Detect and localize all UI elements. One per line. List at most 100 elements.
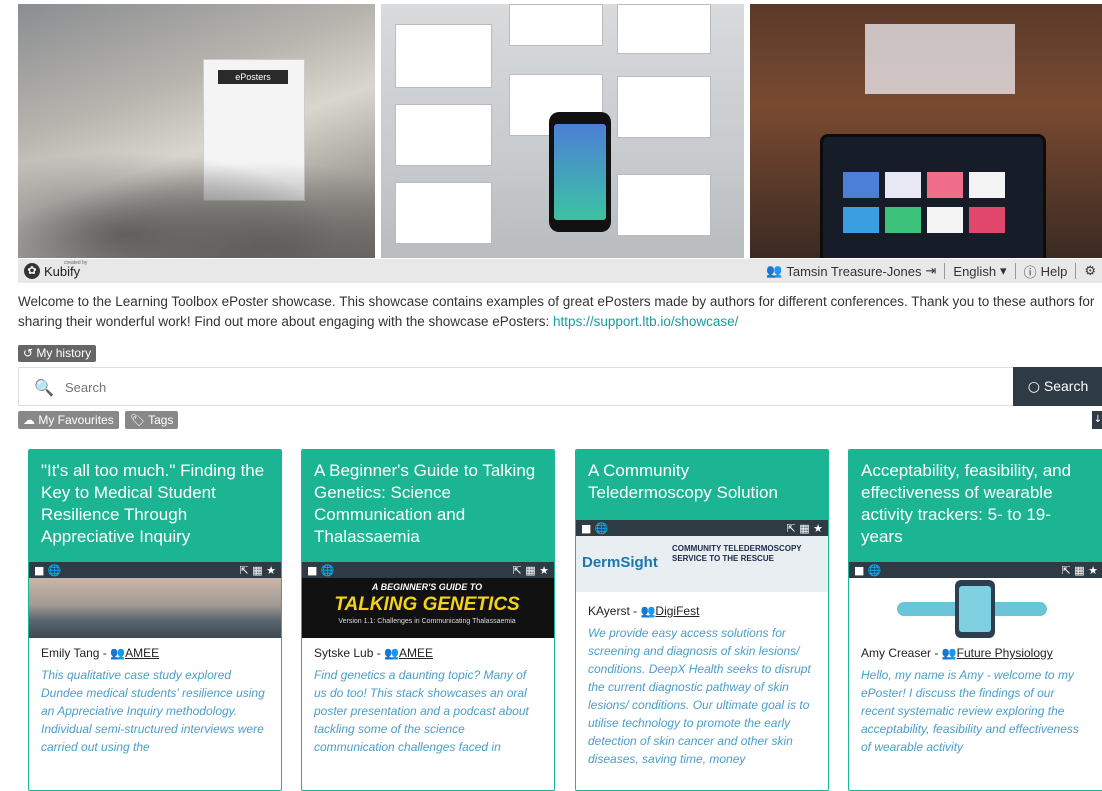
poster bbox=[395, 182, 492, 244]
showcase-link[interactable]: https://support.ltb.io/showcase/ bbox=[553, 314, 738, 329]
eposter-card[interactable]: Acceptability, feasibility, and effectiv… bbox=[848, 449, 1102, 791]
eposter-card[interactable]: "It's all too much." Finding the Key to … bbox=[28, 449, 282, 791]
image-sub: Version 1.1: Challenges in Communicating… bbox=[338, 618, 516, 625]
image-title: A BEGINNER'S GUIDE TO bbox=[371, 582, 483, 592]
card-author: Amy Creaser - 👥Future Physiology bbox=[849, 646, 1102, 662]
search-button[interactable]: ○ Search bbox=[1013, 367, 1102, 406]
poster bbox=[395, 104, 492, 166]
card-title[interactable]: "It's all too much." Finding the Key to … bbox=[29, 450, 281, 562]
my-history-button[interactable]: ↺ My history bbox=[18, 345, 97, 362]
author-name: Amy Creaser - bbox=[861, 646, 942, 660]
group-icon: 👥 bbox=[941, 646, 957, 660]
logout-icon[interactable]: ⇥ bbox=[926, 264, 937, 279]
card-type-icons: ■ 🌐 bbox=[581, 521, 609, 535]
card-action-icons[interactable]: ⇱ ▦ ★ bbox=[1062, 564, 1098, 577]
banner-photo-conference-hall: ePosters bbox=[18, 4, 375, 258]
user-icon: 👥 bbox=[766, 263, 783, 279]
card-description: Hello, my name is Amy - welcome to my eP… bbox=[861, 668, 1079, 754]
tags-label: Tags bbox=[148, 413, 174, 427]
card-description: We provide easy access solutions for scr… bbox=[588, 626, 811, 766]
card-author: Emily Tang - 👥AMEE bbox=[29, 646, 281, 662]
author-name: KAyerst - bbox=[588, 604, 641, 618]
language-label: English bbox=[953, 263, 997, 279]
org-link[interactable]: AMEE bbox=[399, 646, 433, 660]
search-input[interactable] bbox=[63, 368, 1007, 407]
card-description: This qualitative case study explored Dun… bbox=[41, 668, 265, 754]
card-title[interactable]: Acceptability, feasibility, and effectiv… bbox=[849, 450, 1102, 562]
tile bbox=[885, 172, 921, 198]
card-action-icons[interactable]: ⇱ ▦ ★ bbox=[513, 564, 549, 577]
card-type-icons: ■ 🌐 bbox=[307, 563, 335, 577]
card-author: Sytske Lub - 👥AMEE bbox=[302, 646, 554, 662]
history-icon: ↺ bbox=[23, 346, 34, 360]
tags-button[interactable]: 🏷 Tags bbox=[124, 411, 179, 429]
card-title[interactable]: A Beginner's Guide to Talking Genetics: … bbox=[302, 450, 554, 562]
gear-icon[interactable]: ⚙ bbox=[1084, 264, 1096, 279]
welcome-text: Welcome to the Learning Toolbox ePoster … bbox=[18, 292, 1098, 332]
refresh-icon: ○ bbox=[1027, 379, 1040, 395]
group-icon: 👥 bbox=[110, 646, 126, 660]
poster bbox=[395, 24, 492, 88]
card-image-tracker bbox=[849, 578, 1102, 638]
poster bbox=[617, 76, 711, 138]
org-link[interactable]: AMEE bbox=[125, 646, 159, 660]
card-description: Find genetics a daunting topic? Many of … bbox=[314, 668, 529, 754]
card-action-icons[interactable]: ⇱ ▦ ★ bbox=[240, 564, 276, 577]
tablet bbox=[820, 134, 1046, 258]
image-main: TALKING GENETICS bbox=[334, 594, 520, 615]
card-title[interactable]: A Community Teledermoscopy Solution bbox=[576, 450, 828, 520]
user-name: Tamsin Treasure-Jones bbox=[786, 263, 922, 279]
group-icon: 👥 bbox=[640, 604, 656, 618]
tile bbox=[885, 207, 921, 233]
org-link[interactable]: Future Physiology bbox=[957, 646, 1053, 660]
poster bbox=[509, 4, 603, 46]
eposter-card[interactable]: A Beginner's Guide to Talking Genetics: … bbox=[301, 449, 555, 791]
card-action-icons[interactable]: ⇱ ▦ ★ bbox=[787, 522, 823, 535]
tile bbox=[927, 172, 963, 198]
my-history-label: My history bbox=[36, 346, 92, 360]
help-label: Help bbox=[1040, 263, 1068, 279]
search-bar: 🔍 ○ Search bbox=[18, 367, 1102, 407]
card-type-icons: ■ 🌐 bbox=[34, 563, 62, 577]
org-link[interactable]: DigiFest bbox=[655, 604, 699, 618]
cloud-icon: ☁ bbox=[23, 413, 35, 427]
tile bbox=[843, 172, 879, 198]
smartphone-screen bbox=[554, 124, 606, 220]
author-name: Sytske Lub - bbox=[314, 646, 385, 660]
chevron-down-icon: ▾ bbox=[1000, 263, 1007, 279]
card-image-dermsight: DermSight COMMUNITY TELEDERMOSCOPY SERVI… bbox=[576, 536, 828, 592]
tile bbox=[927, 207, 963, 233]
divider bbox=[1014, 263, 1016, 279]
top-bar: ✿ created by Kubify 👥 Tamsin Treasure-Jo… bbox=[18, 259, 1102, 283]
card-image-harbour bbox=[29, 578, 281, 638]
card-toolbar: ■ 🌐 ⇱ ▦ ★ bbox=[302, 562, 554, 578]
tile bbox=[843, 207, 879, 233]
kubify-icon: ✿ bbox=[24, 263, 40, 279]
my-favourites-button[interactable]: ☁ My Favourites bbox=[18, 411, 119, 429]
projector-screen bbox=[865, 24, 1015, 94]
language-select[interactable]: English ▾ bbox=[953, 264, 1006, 279]
image-brand: DermSight bbox=[582, 554, 658, 571]
sort-icon[interactable]: ↓ bbox=[1092, 411, 1102, 429]
user-menu[interactable]: 👥 Tamsin Treasure-Jones ⇥ bbox=[766, 264, 936, 279]
image-title: COMMUNITY TELEDERMOSCOPY SERVICE TO THE … bbox=[672, 544, 802, 563]
my-favourites-label: My Favourites bbox=[38, 413, 114, 427]
eposter-card[interactable]: A Community Teledermoscopy Solution ■ 🌐 … bbox=[575, 449, 829, 791]
divider bbox=[1075, 263, 1077, 279]
info-icon: ⓘ bbox=[1023, 265, 1037, 281]
kubify-tag: created by bbox=[64, 260, 88, 266]
poster bbox=[617, 4, 711, 54]
poster bbox=[617, 174, 711, 236]
card-type-icons: ■ 🌐 bbox=[854, 563, 882, 577]
tag-icon: 🏷 bbox=[129, 413, 145, 427]
booth-sign: ePosters bbox=[218, 70, 288, 84]
kubify-logo[interactable]: ✿ created by Kubify bbox=[24, 260, 87, 279]
card-image-talking-genetics: A BEGINNER'S GUIDE TO TALKING GENETICS V… bbox=[302, 578, 554, 638]
help-link[interactable]: ⓘ Help bbox=[1024, 262, 1068, 281]
divider bbox=[944, 263, 946, 279]
search-button-label: Search bbox=[1043, 378, 1089, 394]
search-icon: 🔍 bbox=[34, 378, 54, 397]
banner-photo-poster-wall bbox=[381, 4, 744, 258]
card-toolbar: ■ 🌐 ⇱ ▦ ★ bbox=[29, 562, 281, 578]
banner-photo-lecture bbox=[750, 4, 1102, 258]
